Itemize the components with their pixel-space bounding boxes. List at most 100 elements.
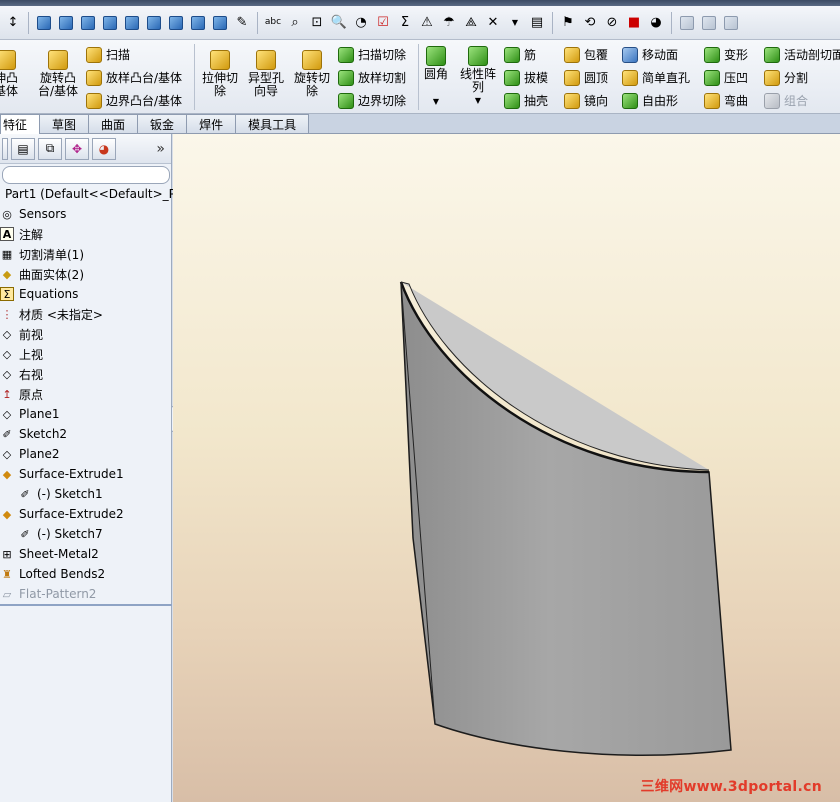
curved-sheet-body[interactable]: [399, 281, 732, 756]
fillet-button[interactable]: 圆角 ▼: [424, 46, 448, 108]
flex-button[interactable]: 弯曲: [704, 92, 748, 109]
tab-sheet-metal[interactable]: 钣金: [137, 114, 188, 133]
tree-item-sketch7[interactable]: ✐ (-) Sketch7: [0, 524, 172, 544]
deform-icon: [704, 46, 720, 63]
search-icon[interactable]: 🔍: [330, 14, 348, 32]
dome-button[interactable]: 圆顶: [564, 69, 608, 86]
tree-item-plane2[interactable]: ◇ Plane2: [0, 444, 172, 464]
toggle-icon[interactable]: ⚑: [559, 14, 577, 32]
deform-button[interactable]: 变形: [704, 46, 748, 63]
dimension-icon[interactable]: ⌕: [286, 14, 304, 32]
simple-hole-button[interactable]: 简单直孔: [622, 69, 690, 86]
boundary-boss-button[interactable]: 边界凸台/基体: [86, 92, 182, 109]
display-manager-tab-icon[interactable]: ◕: [92, 137, 116, 160]
mirror-button[interactable]: 镜向: [564, 92, 608, 109]
hole-wizard-button[interactable]: 异型孔 向导: [248, 50, 284, 98]
spell-check-icon[interactable]: abc: [264, 14, 282, 32]
revolve-cut-button[interactable]: 旋转切 除: [294, 50, 330, 98]
tree-item-surface-extrude2[interactable]: ◆ Surface-Extrude2: [0, 504, 172, 524]
tree-item-sensors[interactable]: ◎ Sensors: [0, 204, 172, 224]
configuration-manager-tab-icon[interactable]: ⧉: [38, 137, 62, 160]
view-cube-icon[interactable]: [700, 14, 718, 32]
curvature-icon[interactable]: ✕: [484, 14, 502, 32]
tab-weldments[interactable]: 焊件: [186, 114, 237, 133]
tree-item-right-plane[interactable]: ◇ 右视: [0, 364, 172, 384]
tree-item-lofted-bends2[interactable]: ♜ Lofted Bends2: [0, 564, 172, 584]
dropdown-arrow-icon[interactable]: ▼: [506, 14, 524, 32]
fillet-dropdown-icon[interactable]: ▼: [433, 95, 439, 108]
zebra-icon[interactable]: ▤: [528, 14, 546, 32]
tree-item-top-plane[interactable]: ◇ 上视: [0, 344, 172, 364]
extrude-boss-button[interactable]: 伸凸 基体: [0, 50, 18, 98]
dimxpert-tab-icon[interactable]: ✥: [65, 137, 89, 160]
mass-icon[interactable]: ⚠: [418, 14, 436, 32]
view-trimetric-icon[interactable]: [189, 14, 207, 32]
linear-pattern-button[interactable]: 线性阵 列 ▼: [460, 46, 496, 107]
view-iso-icon[interactable]: [167, 14, 185, 32]
sweep-button[interactable]: 扫描: [86, 46, 130, 63]
sigma-icon[interactable]: Σ: [396, 14, 414, 32]
tree-item-front-plane[interactable]: ◇ 前视: [0, 324, 172, 344]
view-dimetric-icon[interactable]: [211, 14, 229, 32]
normal-to-icon[interactable]: ✎: [233, 14, 251, 32]
view-bottom-icon[interactable]: [145, 14, 163, 32]
tree-item-annotations[interactable]: A 注解: [0, 224, 172, 244]
combine-button[interactable]: 组合: [764, 92, 808, 109]
swept-cut-button[interactable]: 扫描切除: [338, 46, 406, 63]
loft-boss-button[interactable]: 放样凸台/基体: [86, 69, 182, 86]
tree-filter-input[interactable]: [2, 166, 170, 184]
revolve-boss-button[interactable]: 旋转凸 台/基体: [38, 50, 78, 98]
extrude-cut-button[interactable]: 拉伸切 除: [202, 50, 238, 98]
shell-button[interactable]: 抽壳: [504, 92, 548, 109]
tree-item-surface-bodies[interactable]: ◆ 曲面实体(2): [0, 264, 172, 284]
check-icon[interactable]: ☑: [374, 14, 392, 32]
boundary-cut-button[interactable]: 边界切除: [338, 92, 406, 109]
freeform-button[interactable]: 自由形: [622, 92, 678, 109]
view-left-icon[interactable]: [79, 14, 97, 32]
tab-sketch[interactable]: 草图: [39, 114, 90, 133]
tree-item-surface-extrude1[interactable]: ◆ Surface-Extrude1: [0, 464, 172, 484]
chevron-right-icon[interactable]: »: [156, 141, 165, 157]
tab-mold-tools[interactable]: 模具工具: [235, 114, 310, 133]
rotate-icon[interactable]: ↕: [4, 14, 22, 32]
tree-item-flat-pattern2[interactable]: ▱ Flat-Pattern2: [0, 584, 172, 604]
linear-pattern-dropdown-icon[interactable]: ▼: [475, 94, 481, 107]
rebuild-icon[interactable]: ⟲: [581, 14, 599, 32]
wrap-button[interactable]: 包覆: [564, 46, 608, 63]
ok-icon[interactable]: ⊘: [603, 14, 621, 32]
section-icon[interactable]: ☂: [440, 14, 458, 32]
rib-button[interactable]: 筋: [504, 46, 536, 63]
tab-features[interactable]: 特征: [0, 114, 41, 134]
view-cube-icon[interactable]: [722, 14, 740, 32]
view-back-icon[interactable]: [57, 14, 75, 32]
lofted-cut-button[interactable]: 放样切割: [338, 69, 406, 86]
feature-manager-tab-icon[interactable]: [2, 137, 8, 160]
graphics-viewport[interactable]: 三维网www.3dportal.cn: [173, 134, 840, 802]
tree-item-cut-list[interactable]: ▦ 切割清单(1): [0, 244, 172, 264]
swept-cut-label: 扫描切除: [358, 48, 407, 62]
draft-button[interactable]: 拔模: [504, 69, 548, 86]
move-face-button[interactable]: 移动面: [622, 46, 678, 63]
live-section-button[interactable]: 活动剖切面: [764, 46, 840, 63]
draft-analysis-icon[interactable]: ⟁: [462, 14, 480, 32]
tree-item-sheet-metal2[interactable]: ⊞ Sheet-Metal2: [0, 544, 172, 564]
tree-item-sketch1[interactable]: ✐ (-) Sketch1: [0, 484, 172, 504]
measure-icon[interactable]: ⊡: [308, 14, 326, 32]
tree-item-plane1[interactable]: ◇ Plane1: [0, 404, 172, 424]
gauge-icon[interactable]: ◔: [352, 14, 370, 32]
property-manager-tab-icon[interactable]: ▤: [11, 137, 35, 160]
tree-item-sketch2[interactable]: ✐ Sketch2: [0, 424, 172, 444]
view-top-icon[interactable]: [123, 14, 141, 32]
indent-button[interactable]: 压凹: [704, 69, 748, 86]
tree-item-origin[interactable]: ↥ 原点: [0, 384, 172, 404]
color-icon[interactable]: ■: [625, 14, 643, 32]
tree-item-material[interactable]: ⋮ 材质 <未指定>: [0, 304, 172, 324]
view-cube-icon[interactable]: [678, 14, 696, 32]
view-right-icon[interactable]: [101, 14, 119, 32]
tree-item-part[interactable]: Part1 (Default<<Default>_Ph: [0, 184, 184, 204]
appearance-icon[interactable]: ◕: [647, 14, 665, 32]
view-front-icon[interactable]: [35, 14, 53, 32]
tree-item-equations[interactable]: Σ Equations: [0, 284, 172, 304]
tab-surfaces[interactable]: 曲面: [88, 114, 139, 133]
split-button[interactable]: 分割: [764, 69, 808, 86]
